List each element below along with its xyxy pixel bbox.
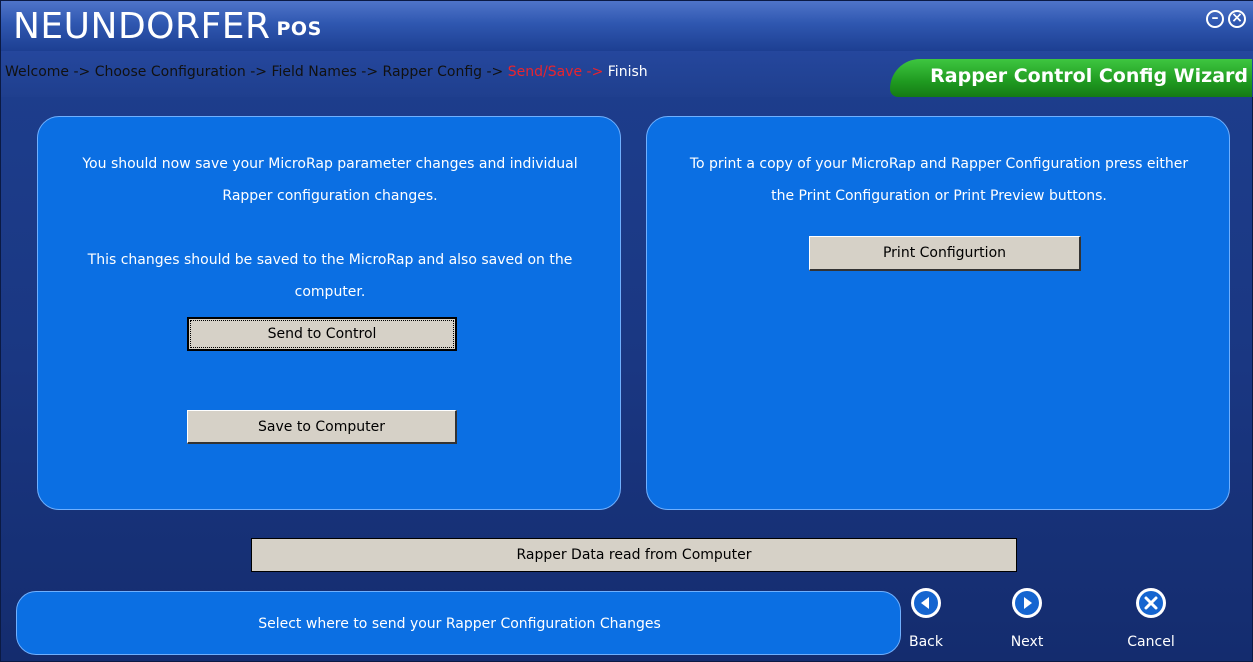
back-button[interactable]: Back (904, 588, 948, 650)
save-to-computer-button[interactable]: Save to Computer (187, 410, 457, 444)
next-label: Next (1010, 634, 1044, 650)
status-bar: Rapper Data read from Computer (251, 538, 1017, 572)
save-panel: You should now save your MicroRap parame… (37, 116, 621, 510)
print-configuration-button[interactable]: Print Configurtion (809, 236, 1081, 271)
next-button[interactable]: Next (1005, 588, 1049, 650)
save-instructions: You should now save your MicroRap parame… (82, 156, 578, 204)
breadcrumb-active-step: Send/Save (507, 64, 583, 80)
close-glyph: × (1231, 10, 1243, 26)
close-icon[interactable]: × (1228, 10, 1246, 28)
minimize-icon[interactable]: – (1206, 10, 1224, 28)
cancel-label: Cancel (1127, 634, 1175, 650)
print-instructions: To print a copy of your MicroRap and Rap… (689, 156, 1189, 204)
hint-text: Select where to send your Rapper Configu… (258, 616, 661, 632)
title-bar: NEUNDORFER POS – × (1, 1, 1253, 52)
breadcrumb-finish: Finish (607, 64, 648, 80)
app-logo: NEUNDORFER POS (13, 5, 322, 51)
breadcrumb-arrow: -> (582, 64, 608, 80)
hint-panel: Select where to send your Rapper Configu… (16, 591, 901, 655)
print-panel: To print a copy of your MicroRap and Rap… (646, 116, 1230, 510)
wizard-title: Rapper Control Config Wizard (930, 65, 1248, 87)
wizard-title-tab: Rapper Control Config Wizard (890, 59, 1252, 97)
cancel-x-icon (1136, 588, 1166, 618)
back-arrow-icon (911, 588, 941, 618)
minimize-glyph: – (1211, 10, 1219, 26)
back-label: Back (909, 634, 943, 650)
save-note: This changes should be saved to the Micr… (87, 252, 573, 300)
brand-name: NEUNDORFER (13, 6, 271, 47)
send-to-control-button[interactable]: Send to Control (187, 317, 457, 351)
breadcrumb-steps: Welcome -> Choose Configuration -> Field… (5, 64, 508, 80)
cancel-button[interactable]: Cancel (1123, 588, 1179, 650)
brand-suffix: POS (276, 18, 322, 40)
next-arrow-icon (1012, 588, 1042, 618)
breadcrumb-text: Welcome -> Choose Configuration -> Field… (5, 64, 648, 80)
